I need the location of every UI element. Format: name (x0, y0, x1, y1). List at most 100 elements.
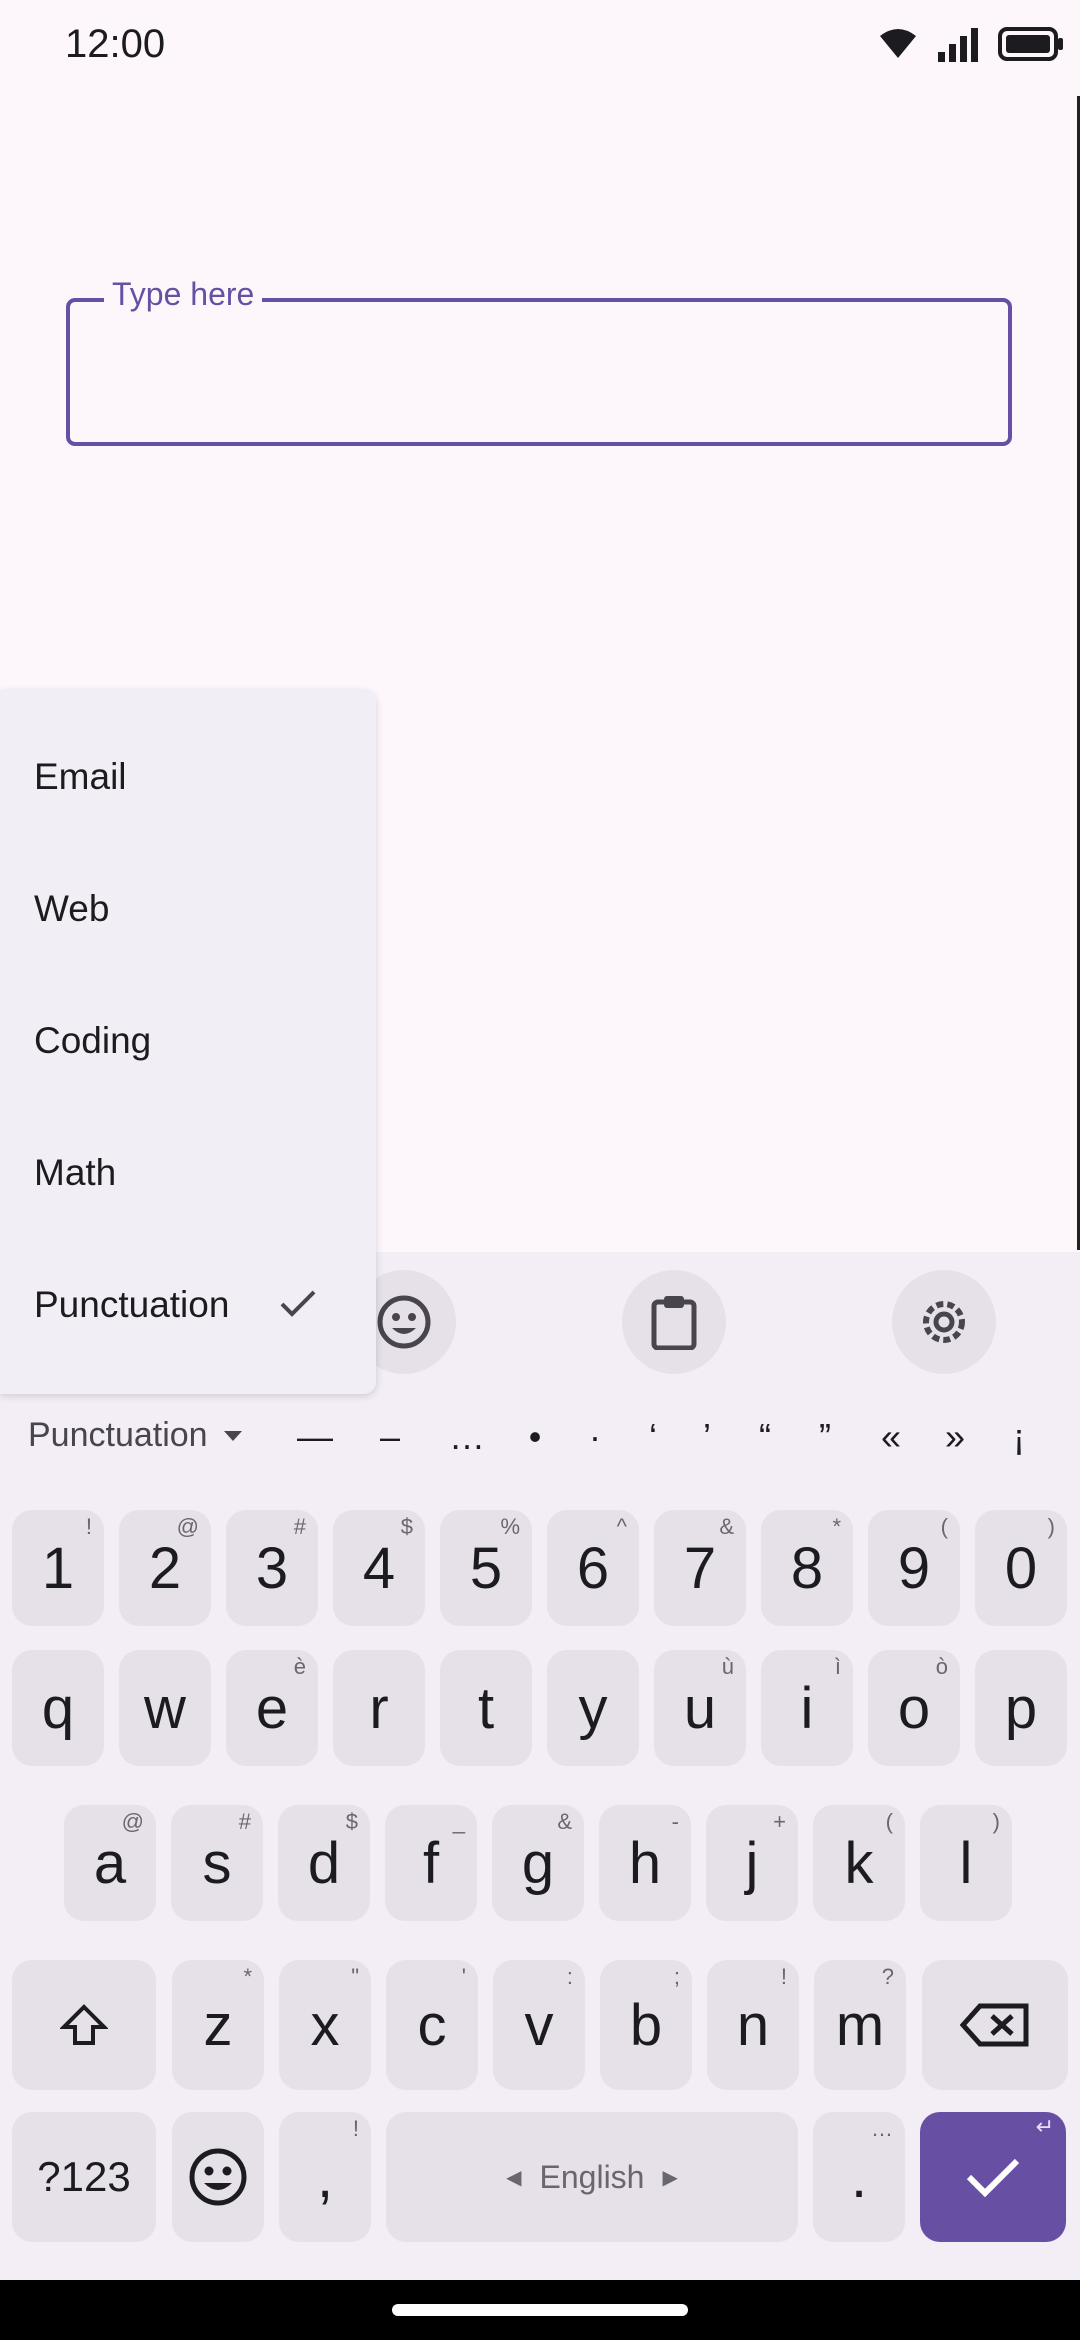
symbols-key[interactable]: ?123 (12, 2112, 156, 2242)
comma-key[interactable]: ,! (279, 2112, 371, 2242)
menu-item-web[interactable]: Web (34, 888, 109, 930)
key-y[interactable]: y (547, 1650, 639, 1766)
key-hint: $ (345, 1809, 358, 1834)
shift-key[interactable] (12, 1960, 156, 2090)
symbol-key[interactable]: ’ (682, 1416, 732, 1458)
key-hint: ( (940, 1514, 948, 1539)
key-w[interactable]: w (119, 1650, 211, 1766)
key-label: o (897, 1675, 931, 1741)
key-label: u (683, 1675, 717, 1741)
key-hint: & (557, 1809, 572, 1834)
symbol-key[interactable]: — (290, 1416, 340, 1458)
key-label: w (144, 1675, 186, 1741)
key-l[interactable]: l) (920, 1805, 1012, 1921)
clipboard-button[interactable] (622, 1270, 726, 1374)
emoji-key[interactable] (172, 2112, 264, 2242)
symbol-key[interactable]: – (365, 1416, 415, 1458)
key-hint: ! (352, 2116, 359, 2141)
key-v[interactable]: v: (493, 1960, 585, 2090)
key-n[interactable]: n! (707, 1960, 799, 2090)
symbol-key[interactable]: ¡ (994, 1416, 1044, 1458)
symbol-key[interactable]: « (866, 1416, 916, 1458)
key-label: t (477, 1675, 495, 1741)
key-0[interactable]: 0) (975, 1510, 1067, 1626)
key-x[interactable]: x " (279, 1960, 371, 2090)
key-5[interactable]: 5% (440, 1510, 532, 1626)
key-e[interactable]: eè (226, 1650, 318, 1766)
home-handle[interactable] (392, 2304, 688, 2316)
text-input-label: Type here (104, 276, 263, 313)
key-f[interactable]: f _ (385, 1805, 477, 1921)
key-hint: % (500, 1514, 520, 1539)
key-hint: _ (452, 1809, 465, 1834)
enter-key[interactable]: ↵ (920, 2112, 1066, 2242)
menu-item-math[interactable]: Math (34, 1152, 116, 1194)
key-label: 1 (41, 1535, 75, 1601)
key-label: h (628, 1830, 662, 1896)
key-label: b (629, 1992, 663, 2058)
key-label: v (524, 1992, 554, 2058)
key-7[interactable]: 7 & (654, 1510, 746, 1626)
period-key[interactable]: .… (813, 2112, 905, 2242)
key-u[interactable]: uù (654, 1650, 746, 1766)
key-b[interactable]: b; (600, 1960, 692, 2090)
symbol-key[interactable]: · (570, 1416, 620, 1458)
backspace-key[interactable] (922, 1960, 1068, 2090)
key-a[interactable]: a @ (64, 1805, 156, 1921)
key-hint: ù (721, 1654, 734, 1679)
symbol-key[interactable]: “ (740, 1416, 790, 1458)
key-hint: ) (992, 1809, 1000, 1834)
key-1[interactable]: 1! (12, 1510, 104, 1626)
mode-selector[interactable]: Punctuation (28, 1416, 244, 1455)
key-label: m (835, 1992, 885, 2058)
key-s[interactable]: s # (171, 1805, 263, 1921)
key-hint: ) (1047, 1514, 1055, 1539)
key-m[interactable]: m? (814, 1960, 906, 2090)
check-icon (966, 2158, 1020, 2198)
symbol-key[interactable]: » (930, 1416, 980, 1458)
key-8[interactable]: 8 * (761, 1510, 853, 1626)
key-h[interactable]: h- (599, 1805, 691, 1921)
key-4[interactable]: 4 $ (333, 1510, 425, 1626)
battery-icon (998, 27, 1063, 61)
key-j[interactable]: j + (706, 1805, 798, 1921)
key-6[interactable]: 6 ^ (547, 1510, 639, 1626)
key-z[interactable]: z * (172, 1960, 264, 2090)
settings-button[interactable] (892, 1270, 996, 1374)
key-hint: ^ (616, 1514, 627, 1539)
key-k[interactable]: k( (813, 1805, 905, 1921)
key-d[interactable]: d $ (278, 1805, 370, 1921)
space-key[interactable]: ◀ English ▶ (386, 2112, 798, 2242)
symbol-key[interactable]: • (510, 1416, 560, 1458)
key-o[interactable]: oò (868, 1650, 960, 1766)
dropdown-arrow-icon (223, 1430, 242, 1441)
space-left-arrow-icon: ◀ (506, 2166, 522, 2189)
key-c[interactable]: c ' (386, 1960, 478, 2090)
key-label: q (41, 1675, 75, 1741)
key-hint: … (871, 2116, 893, 2141)
key-9[interactable]: 9( (868, 1510, 960, 1626)
mode-label: Punctuation (28, 1416, 208, 1454)
key-label: x (310, 1992, 340, 2058)
text-input-field[interactable] (66, 298, 1012, 446)
key-g[interactable]: g & (492, 1805, 584, 1921)
symbol-key[interactable]: ” (800, 1416, 850, 1458)
emoji-icon (189, 2148, 247, 2206)
menu-item-punctuation[interactable]: Punctuation (34, 1284, 229, 1326)
key-r[interactable]: r (333, 1650, 425, 1766)
key-hint: ? (881, 1964, 894, 1989)
symbol-key[interactable]: ‘ (628, 1416, 678, 1458)
key-i[interactable]: iì (761, 1650, 853, 1766)
key-p[interactable]: p (975, 1650, 1067, 1766)
symbol-key[interactable]: … (442, 1416, 492, 1458)
key-label: r (369, 1675, 389, 1741)
key-3[interactable]: 3 # (226, 1510, 318, 1626)
key-hint: è (293, 1654, 306, 1679)
key-2[interactable]: 2 @ (119, 1510, 211, 1626)
menu-item-coding[interactable]: Coding (34, 1020, 151, 1062)
key-hint: $ (400, 1514, 413, 1539)
shift-icon (60, 2004, 108, 2045)
key-t[interactable]: t (440, 1650, 532, 1766)
menu-item-email[interactable]: Email (34, 756, 127, 798)
key-q[interactable]: q (12, 1650, 104, 1766)
